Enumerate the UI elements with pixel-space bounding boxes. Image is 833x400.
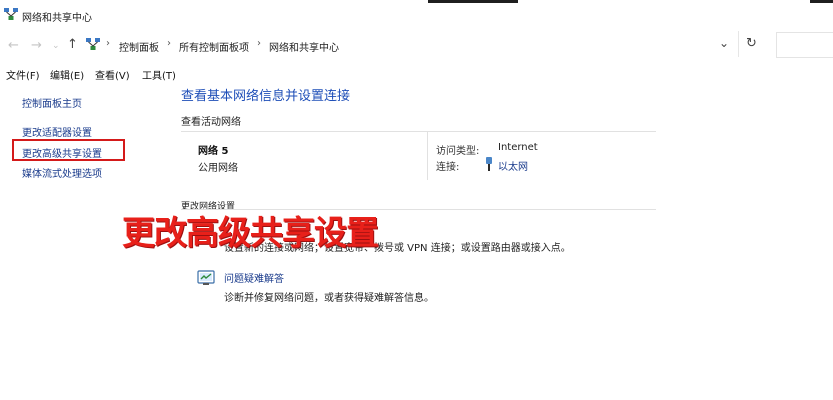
menu-view[interactable]: 查看(V) (95, 67, 130, 82)
back-arrow-icon[interactable]: ← (8, 38, 19, 53)
menu-tools[interactable]: 工具(T) (142, 67, 176, 82)
troubleshoot-icon (197, 270, 215, 285)
ethernet-icon (486, 157, 492, 171)
network-type: 公用网络 (198, 163, 238, 174)
breadcrumb-separator: › (106, 38, 110, 49)
active-networks-title: 查看活动网络 (181, 117, 241, 128)
forward-arrow-icon[interactable]: → (31, 38, 42, 53)
highlight-box (12, 139, 125, 161)
troubleshoot-link[interactable]: 问题疑难解答 (224, 270, 284, 285)
access-type-value: Internet (498, 142, 538, 153)
title-bar-accent-right (810, 0, 833, 3)
breadcrumb-control-panel[interactable]: 控制面板 (119, 39, 159, 54)
connection-label: 连接: (436, 162, 460, 173)
network-name: 网络 5 (198, 146, 229, 157)
sidebar-item-adapter-settings[interactable]: 更改适配器设置 (22, 124, 92, 139)
refresh-icon[interactable]: ↻ (746, 36, 757, 51)
recent-locations-chevron-icon[interactable]: ⌄ (52, 41, 60, 51)
window-title: 网络和共享中心 (22, 13, 92, 24)
breadcrumb-separator: › (167, 38, 171, 49)
up-arrow-icon[interactable]: ↑ (67, 37, 78, 52)
divider (181, 131, 656, 132)
network-center-icon (86, 38, 100, 50)
menu-edit[interactable]: 编辑(E) (50, 67, 84, 82)
troubleshoot-description: 诊断并修复网络问题，或者获得疑难解答信息。 (224, 293, 434, 304)
address-divider (738, 31, 739, 57)
chevron-down-icon[interactable]: ⌄ (719, 36, 729, 50)
network-center-icon (4, 8, 18, 20)
breadcrumb-network-center[interactable]: 网络和共享中心 (269, 39, 339, 54)
vertical-divider (427, 132, 428, 180)
menu-file[interactable]: 文件(F) (6, 67, 40, 82)
connection-link[interactable]: 以太网 (498, 158, 528, 173)
breadcrumb-all-items[interactable]: 所有控制面板项 (179, 39, 249, 54)
page-title: 查看基本网络信息并设置连接 (181, 89, 351, 104)
sidebar-item-media-streaming[interactable]: 媒体流式处理选项 (22, 165, 102, 180)
title-bar-accent (428, 0, 518, 3)
title-bar (0, 0, 833, 30)
access-type-label: 访问类型: (436, 146, 480, 157)
overlay-caption: 更改高级共享设置 (122, 213, 379, 252)
sidebar-item-control-panel-home[interactable]: 控制面板主页 (22, 95, 82, 110)
search-input[interactable] (776, 32, 833, 58)
breadcrumb-separator: › (257, 38, 261, 49)
